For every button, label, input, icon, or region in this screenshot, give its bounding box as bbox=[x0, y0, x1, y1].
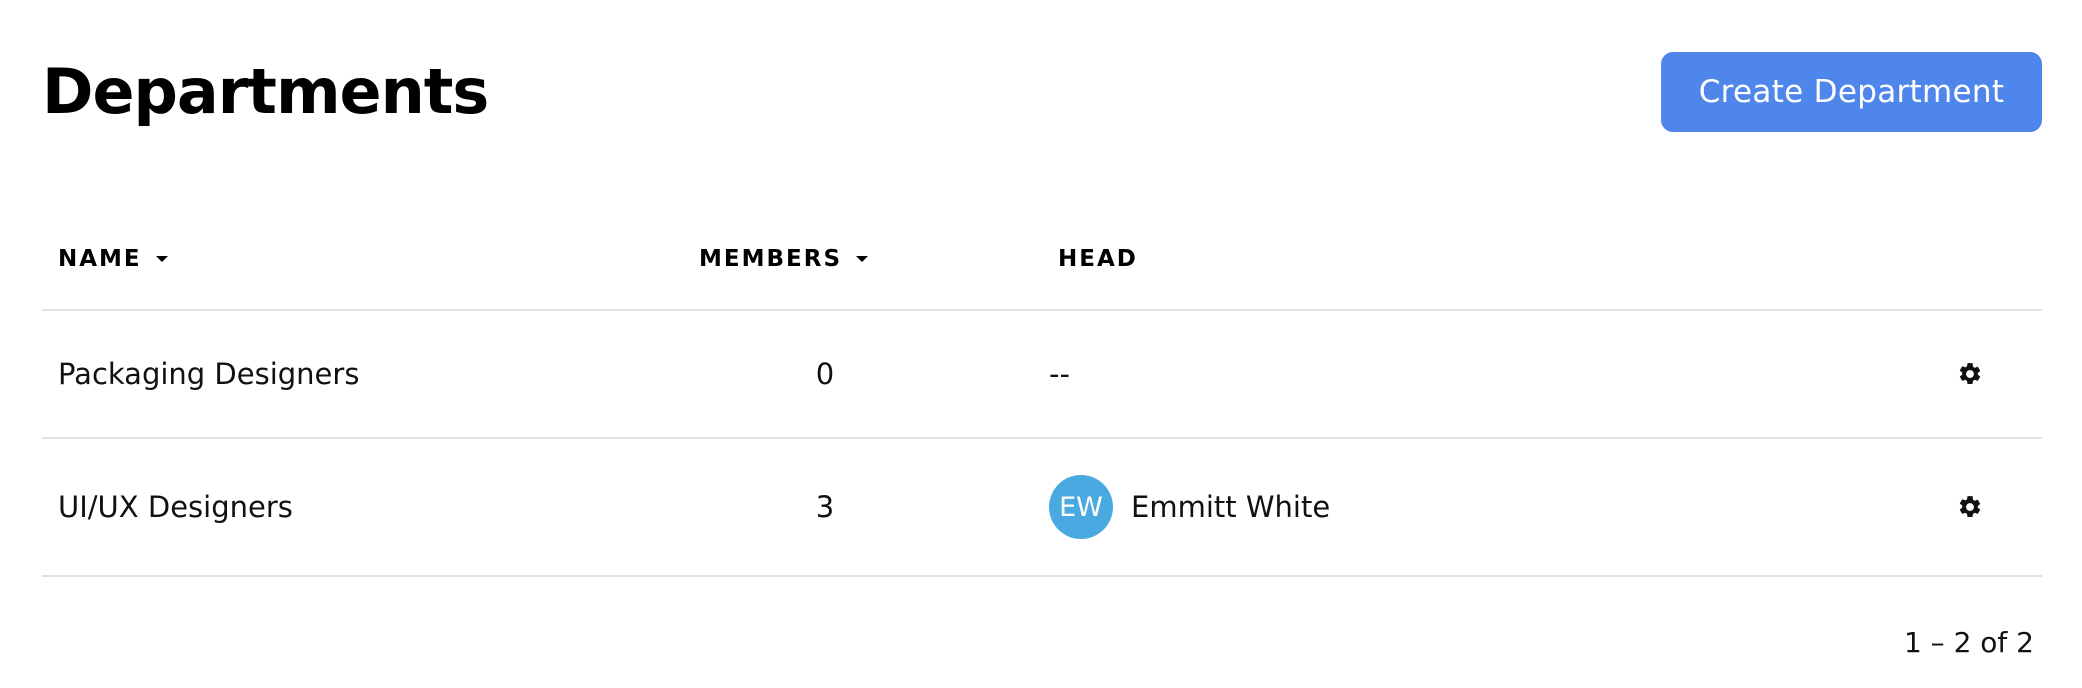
department-name: UI/UX Designers bbox=[58, 490, 293, 524]
gear-icon[interactable] bbox=[1950, 354, 1990, 394]
gear-icon[interactable] bbox=[1950, 487, 1990, 527]
column-header-head-label: HEAD bbox=[1058, 246, 1138, 272]
column-header-name-label: NAME bbox=[58, 246, 142, 272]
row-settings-cell bbox=[1950, 311, 1990, 437]
department-head-name: Emmitt White bbox=[1131, 490, 1331, 524]
avatar: EW bbox=[1049, 475, 1113, 539]
table-row[interactable]: UI/UX Designers 3 EW Emmitt White bbox=[42, 439, 2042, 577]
member-count: 3 bbox=[815, 490, 835, 524]
column-header-head: HEAD bbox=[1058, 246, 1138, 272]
row-settings-cell bbox=[1950, 439, 1990, 575]
table-row[interactable]: Packaging Designers 0 -- bbox=[42, 311, 2042, 439]
department-head[interactable]: EW Emmitt White bbox=[1049, 439, 1330, 575]
departments-table: NAME MEMBERS HEAD Packaging Designers 0 … bbox=[42, 214, 2042, 577]
member-count: 0 bbox=[815, 357, 835, 391]
department-head-empty: -- bbox=[1049, 357, 1070, 391]
column-header-members-label: MEMBERS bbox=[699, 246, 843, 272]
sort-caret-icon bbox=[155, 256, 168, 262]
pagination-range: 1 – 2 of 2 bbox=[1903, 626, 2034, 659]
create-department-button[interactable]: Create Department bbox=[1661, 52, 2042, 132]
column-header-name[interactable]: NAME bbox=[58, 246, 168, 272]
sort-caret-icon bbox=[856, 256, 869, 262]
page-title: Departments bbox=[42, 55, 489, 128]
department-name: Packaging Designers bbox=[58, 357, 360, 391]
table-header: NAME MEMBERS HEAD bbox=[42, 214, 2042, 311]
column-header-members[interactable]: MEMBERS bbox=[699, 246, 869, 272]
